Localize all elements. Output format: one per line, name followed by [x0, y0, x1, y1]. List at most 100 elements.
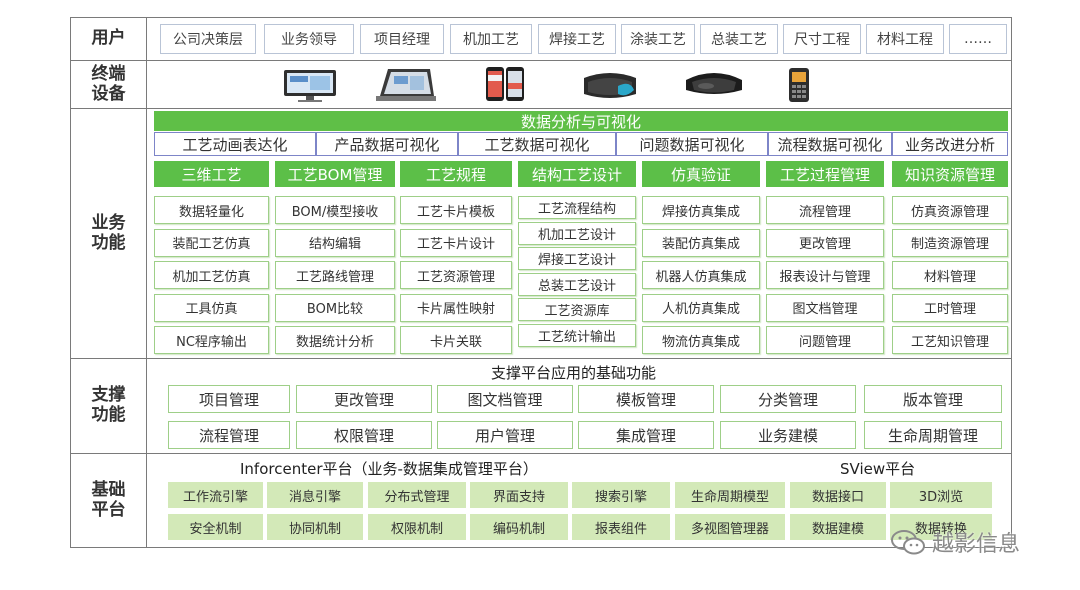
function-item: 问题管理 [766, 326, 884, 354]
function-item: 结构编辑 [275, 228, 395, 257]
user-item: 焊接工艺 [538, 24, 616, 54]
row-divider [70, 60, 1012, 61]
function-item: 机加工艺仿真 [154, 261, 269, 289]
function-item: 制造资源管理 [892, 228, 1008, 257]
platform-item: 协同机制 [267, 514, 363, 540]
function-item: 卡片关联 [400, 326, 512, 354]
user-item: 公司决策层 [160, 24, 256, 54]
platform-item: 权限机制 [368, 514, 466, 540]
visualization-item: 流程数据可视化 [768, 132, 892, 156]
platform-item: 消息引擎 [267, 482, 363, 508]
user-item: 总装工艺 [700, 24, 778, 54]
user-item: 材料工程 [866, 24, 944, 54]
user-item: …… [949, 24, 1007, 54]
laptop-icon [376, 69, 436, 101]
function-item: 工时管理 [892, 293, 1008, 322]
function-item: 焊接仿真集成 [642, 196, 760, 224]
support-item: 权限管理 [296, 421, 432, 449]
row-divider [70, 358, 1012, 359]
support-item: 版本管理 [864, 385, 1002, 413]
function-item: BOM比较 [275, 293, 395, 322]
function-item: 机加工艺设计 [518, 221, 636, 245]
row-label-business: 业务 功能 [71, 109, 147, 358]
platform-item: 数据接口 [790, 482, 886, 508]
function-item: 装配工艺仿真 [154, 228, 269, 257]
function-item: 人机仿真集成 [642, 293, 760, 322]
user-item: 业务领导 [264, 24, 354, 54]
support-item: 图文档管理 [437, 385, 573, 413]
function-item: 工具仿真 [154, 293, 269, 322]
function-item: 数据轻量化 [154, 196, 269, 224]
module-title: 工艺过程管理 [766, 161, 884, 187]
support-item: 流程管理 [168, 421, 290, 449]
support-item: 更改管理 [296, 385, 432, 413]
platform-item: 报表组件 [572, 514, 670, 540]
platform-item: 安全机制 [168, 514, 263, 540]
function-item: 报表设计与管理 [766, 261, 884, 289]
data-analysis-banner: 数据分析与可视化 [154, 111, 1008, 131]
platform-item: 多视图管理器 [675, 514, 785, 540]
user-item: 涂装工艺 [621, 24, 695, 54]
function-item: 工艺路线管理 [275, 261, 395, 289]
function-item: 工艺知识管理 [892, 326, 1008, 354]
function-item: 仿真资源管理 [892, 196, 1008, 224]
ar-glasses-icon [686, 73, 742, 94]
wechat-icon [891, 530, 925, 555]
support-title: 支撑平台应用的基础功能 [491, 364, 657, 382]
support-item: 分类管理 [720, 385, 856, 413]
row-divider [70, 108, 1012, 109]
visualization-item: 工艺数据可视化 [458, 132, 616, 156]
support-item: 模板管理 [578, 385, 714, 413]
support-item: 生命周期管理 [864, 421, 1002, 449]
function-item: BOM/模型接收 [275, 196, 395, 224]
function-item: 工艺资源管理 [400, 261, 512, 289]
platform-item: 数据建模 [790, 514, 886, 540]
function-item: 图文档管理 [766, 293, 884, 322]
user-item: 项目经理 [360, 24, 444, 54]
platform-item: 分布式管理 [368, 482, 466, 508]
function-item: 数据统计分析 [275, 326, 395, 354]
function-item: 更改管理 [766, 228, 884, 257]
visualization-item: 业务改进分析 [892, 132, 1008, 156]
platform-item: 3D浏览 [890, 482, 992, 508]
module-title: 知识资源管理 [892, 161, 1008, 187]
module-title: 三维工艺 [154, 161, 269, 187]
function-item: 物流仿真集成 [642, 326, 760, 354]
function-item: NC程序输出 [154, 326, 269, 354]
function-item: 工艺卡片设计 [400, 228, 512, 257]
function-item: 材料管理 [892, 261, 1008, 289]
desktop-computer-icon [284, 70, 336, 102]
row-label-device: 终端 设备 [71, 61, 147, 108]
platform-item: 搜索引擎 [572, 482, 670, 508]
row-label-user: 用户 [71, 18, 147, 60]
platform-item: 编码机制 [470, 514, 568, 540]
function-item: 工艺流程结构 [518, 196, 636, 219]
function-item: 卡片属性映射 [400, 293, 512, 322]
support-item: 集成管理 [578, 421, 714, 449]
function-item: 流程管理 [766, 196, 884, 224]
module-title: 工艺规程 [400, 161, 512, 187]
visualization-item: 产品数据可视化 [316, 132, 458, 156]
row-divider [70, 453, 1012, 454]
module-title: 仿真验证 [642, 161, 760, 187]
row-label-support: 支撑 功能 [71, 359, 147, 453]
module-title: 工艺BOM管理 [275, 161, 395, 187]
user-item: 尺寸工程 [783, 24, 861, 54]
support-item: 用户管理 [437, 421, 573, 449]
function-item: 机器人仿真集成 [642, 261, 760, 289]
user-item: 机加工艺 [450, 24, 532, 54]
sview-title: SView平台 [840, 460, 916, 478]
visualization-item: 问题数据可视化 [616, 132, 768, 156]
function-item: 总装工艺设计 [518, 272, 636, 296]
function-item: 焊接工艺设计 [518, 247, 636, 270]
support-item: 业务建模 [720, 421, 856, 449]
smartphones-icon [486, 67, 524, 101]
function-item: 工艺统计输出 [518, 323, 636, 347]
support-item: 项目管理 [168, 385, 290, 413]
watermark: 越影信息 [888, 526, 1020, 558]
visualization-item: 工艺动画表达化 [154, 132, 316, 156]
vr-headset-icon [584, 73, 636, 98]
module-title: 结构工艺设计 [518, 161, 636, 187]
handheld-terminal-icon [789, 68, 809, 102]
platform-item: 工作流引擎 [168, 482, 263, 508]
